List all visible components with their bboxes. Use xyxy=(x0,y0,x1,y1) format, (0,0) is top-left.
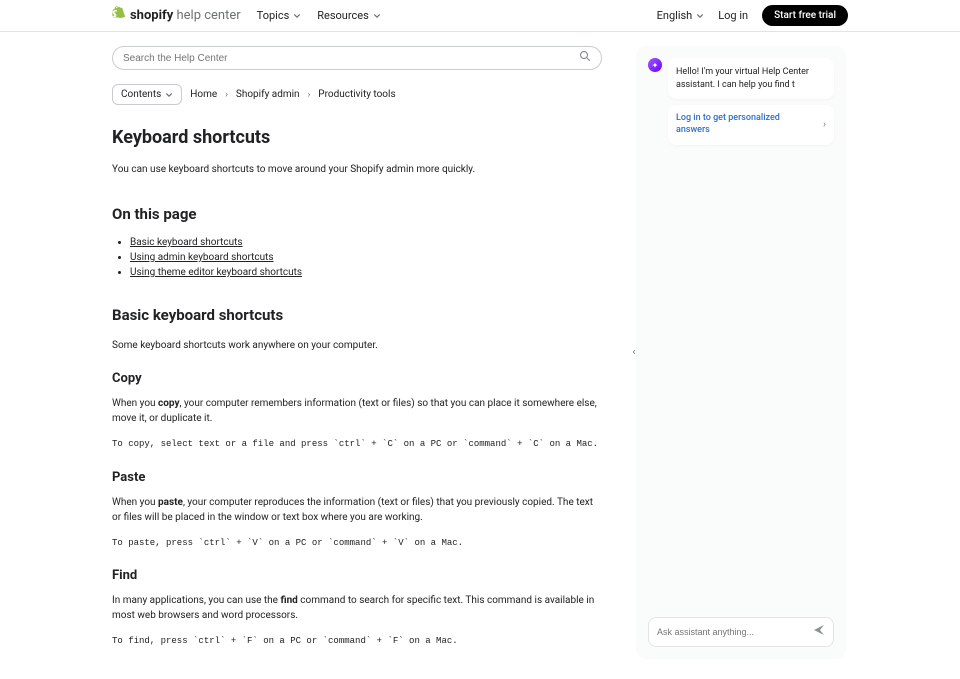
paste-steps: To paste, press `ctrl` + `V` on a PC or … xyxy=(112,535,602,551)
breadcrumb-productivity[interactable]: Productivity tools xyxy=(318,89,395,100)
chevron-right-icon: › xyxy=(308,90,311,100)
assistant-input-box[interactable] xyxy=(648,617,834,647)
assistant-bubble: Hello! I'm your virtual Help Center assi… xyxy=(668,58,834,99)
assistant-message: ✦ Hello! I'm your virtual Help Center as… xyxy=(648,58,834,105)
language-label: English xyxy=(657,9,693,22)
contents-button[interactable]: Contents xyxy=(112,84,182,105)
main-content: Contents Home › Shopify admin › Producti… xyxy=(112,46,602,659)
login-link[interactable]: Log in xyxy=(718,9,748,22)
login-cta-label: Log in to get personalized answers xyxy=(676,113,796,136)
nav-resources[interactable]: Resources xyxy=(317,9,381,22)
basic-shortcuts-text: Some keyboard shortcuts work anywhere on… xyxy=(112,338,602,353)
shopify-logo[interactable]: shopify help center xyxy=(112,6,241,26)
find-steps: To find, press `ctrl` + `F` on a PC or `… xyxy=(112,633,602,649)
intro-text: You can use keyboard shortcuts to move a… xyxy=(112,162,602,177)
chevron-right-icon: › xyxy=(225,90,228,100)
toc-basic[interactable]: Basic keyboard shortcuts xyxy=(130,237,243,248)
language-switcher[interactable]: English xyxy=(657,9,705,22)
copy-steps: To copy, select text or a file and press… xyxy=(112,436,602,452)
search-icon xyxy=(579,50,591,66)
collapse-panel-button[interactable]: ‹ xyxy=(629,343,639,361)
breadcrumb: Contents Home › Shopify admin › Producti… xyxy=(112,84,602,105)
find-heading: Find xyxy=(112,568,602,583)
nav-topics-label: Topics xyxy=(257,9,290,22)
search-input[interactable] xyxy=(123,53,579,64)
shopify-bag-icon xyxy=(112,6,126,26)
search-box[interactable] xyxy=(112,46,602,70)
logo-text: shopify help center xyxy=(130,8,241,23)
assistant-avatar-icon: ✦ xyxy=(648,58,662,72)
chevron-down-icon xyxy=(165,91,173,99)
header-right: English Log in Start free trial xyxy=(657,5,848,26)
chevron-right-icon: › xyxy=(823,118,826,131)
toc-admin[interactable]: Using admin keyboard shortcuts xyxy=(130,252,274,263)
assistant-login-cta[interactable]: Log in to get personalized answers › xyxy=(668,105,834,144)
copy-desc: When you copy, your computer remembers i… xyxy=(112,396,602,426)
basic-shortcuts-heading: Basic keyboard shortcuts xyxy=(112,306,602,324)
start-trial-button[interactable]: Start free trial xyxy=(762,5,848,26)
table-of-contents: Basic keyboard shortcuts Using admin key… xyxy=(112,237,602,278)
assistant-text-input[interactable] xyxy=(657,627,813,637)
contents-label: Contents xyxy=(121,89,161,100)
nav-resources-label: Resources xyxy=(317,9,369,22)
toc-theme[interactable]: Using theme editor keyboard shortcuts xyxy=(130,267,302,278)
breadcrumb-admin[interactable]: Shopify admin xyxy=(236,89,300,100)
assistant-panel: ‹ ✦ Hello! I'm your virtual Help Center … xyxy=(636,46,846,659)
on-this-page-heading: On this page xyxy=(112,205,602,223)
breadcrumb-home[interactable]: Home xyxy=(190,89,217,100)
chevron-down-icon xyxy=(696,12,704,20)
chevron-down-icon xyxy=(293,12,301,20)
find-desc: In many applications, you can use the fi… xyxy=(112,593,602,623)
send-icon[interactable] xyxy=(813,624,825,640)
nav-topics[interactable]: Topics xyxy=(257,9,302,22)
copy-heading: Copy xyxy=(112,371,602,386)
page-title: Keyboard shortcuts xyxy=(112,127,602,148)
header-left: shopify help center Topics Resources xyxy=(112,6,381,26)
paste-heading: Paste xyxy=(112,470,602,485)
login-label: Log in xyxy=(718,9,748,22)
paste-desc: When you paste, your computer reproduces… xyxy=(112,495,602,525)
chevron-down-icon xyxy=(373,12,381,20)
page-container: Contents Home › Shopify admin › Producti… xyxy=(0,32,960,679)
top-header: shopify help center Topics Resources Eng… xyxy=(0,0,960,32)
